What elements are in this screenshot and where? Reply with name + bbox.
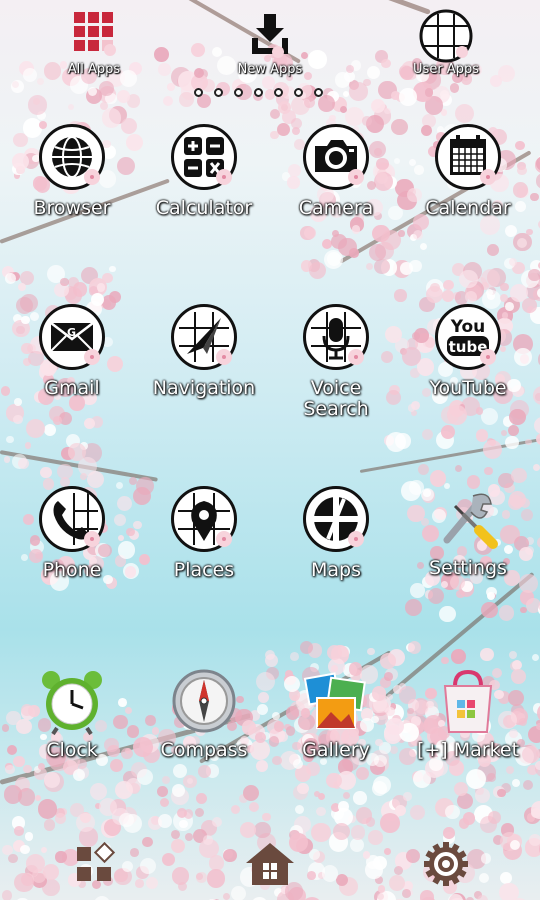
- user-apps-label: User Apps: [413, 62, 479, 77]
- mail-icon: G: [37, 304, 107, 374]
- app-gmail[interactable]: G Gmail: [12, 302, 132, 399]
- app-label: Maps: [311, 559, 361, 581]
- gear-icon: [424, 842, 468, 886]
- grid-apps-icon: [66, 8, 122, 64]
- app-voice-search[interactable]: Voice Search: [276, 302, 396, 420]
- page-dot[interactable]: [214, 88, 223, 97]
- alarm-clock-icon: [37, 666, 107, 736]
- app-settings[interactable]: Settings: [408, 484, 528, 579]
- globe-icon: [37, 124, 107, 194]
- widgets-button[interactable]: [66, 838, 122, 890]
- user-apps-button[interactable]: User Apps: [386, 8, 506, 77]
- app-label: Phone: [42, 559, 102, 581]
- page-indicator: [194, 88, 323, 97]
- app-label: Browser: [33, 197, 111, 219]
- app-label: Gmail: [44, 377, 100, 399]
- navigation-arrow-icon: [169, 304, 239, 374]
- app-places[interactable]: Places: [144, 484, 264, 581]
- app-calculator[interactable]: Calculator: [144, 122, 264, 219]
- home-icon: [246, 843, 294, 885]
- app-label: YouTube: [429, 377, 507, 399]
- youtube-icon: You tube: [433, 304, 503, 374]
- all-apps-button[interactable]: All Apps: [34, 8, 154, 77]
- microphone-icon: [301, 304, 371, 374]
- app-label: Compass: [160, 739, 248, 761]
- app-clock[interactable]: Clock: [12, 666, 132, 761]
- app-label: Places: [173, 559, 235, 581]
- calculator-icon: [169, 124, 239, 194]
- phone-icon: [37, 486, 107, 556]
- app-label: Camera: [298, 197, 374, 219]
- app-youtube[interactable]: You tube YouTube: [408, 302, 528, 399]
- app-label: Clock: [46, 739, 98, 761]
- app-camera[interactable]: Camera: [276, 122, 396, 219]
- page-dot[interactable]: [254, 88, 263, 97]
- photos-icon: [301, 666, 371, 736]
- calendar-icon: [433, 124, 503, 194]
- app-label: Settings: [429, 557, 507, 579]
- app-maps[interactable]: Maps: [276, 484, 396, 581]
- svg-text:G: G: [67, 326, 76, 339]
- app-label: Calendar: [425, 197, 511, 219]
- app-label: Navigation: [152, 377, 256, 399]
- new-apps-button[interactable]: New Apps: [210, 8, 330, 77]
- app-phone[interactable]: Phone: [12, 484, 132, 581]
- app-gallery[interactable]: Gallery: [276, 666, 396, 761]
- app-market[interactable]: [+] Market: [408, 666, 528, 761]
- home-button[interactable]: [242, 838, 298, 890]
- compass-icon: [169, 666, 239, 736]
- camera-icon: [301, 124, 371, 194]
- all-apps-label: All Apps: [67, 62, 121, 77]
- window-lattice-icon: [418, 8, 474, 64]
- app-navigation[interactable]: Navigation: [144, 302, 264, 399]
- home-screen: All Apps New Apps User Apps Browser Calc…: [0, 0, 540, 900]
- page-dot[interactable]: [194, 88, 203, 97]
- page-dot[interactable]: [294, 88, 303, 97]
- widgets-icon: [77, 841, 116, 881]
- map-pin-icon: [169, 486, 239, 556]
- page-dot[interactable]: [234, 88, 243, 97]
- app-label: Gallery: [302, 739, 370, 761]
- app-browser[interactable]: Browser: [12, 122, 132, 219]
- road-map-icon: [301, 486, 371, 556]
- svg-text:You: You: [450, 317, 486, 337]
- wrench-screwdriver-icon: [433, 484, 503, 554]
- settings-gear-button[interactable]: [418, 838, 474, 890]
- shopping-bag-icon: [433, 666, 503, 736]
- app-label: [+] Market: [416, 739, 520, 761]
- app-label: Calculator: [155, 197, 253, 219]
- download-box-icon: [242, 8, 298, 64]
- new-apps-label: New Apps: [237, 62, 303, 77]
- page-dot[interactable]: [274, 88, 283, 97]
- app-compass[interactable]: Compass: [144, 666, 264, 761]
- app-label: Voice Search: [303, 377, 369, 420]
- page-dot[interactable]: [314, 88, 323, 97]
- app-calendar[interactable]: Calendar: [408, 122, 528, 219]
